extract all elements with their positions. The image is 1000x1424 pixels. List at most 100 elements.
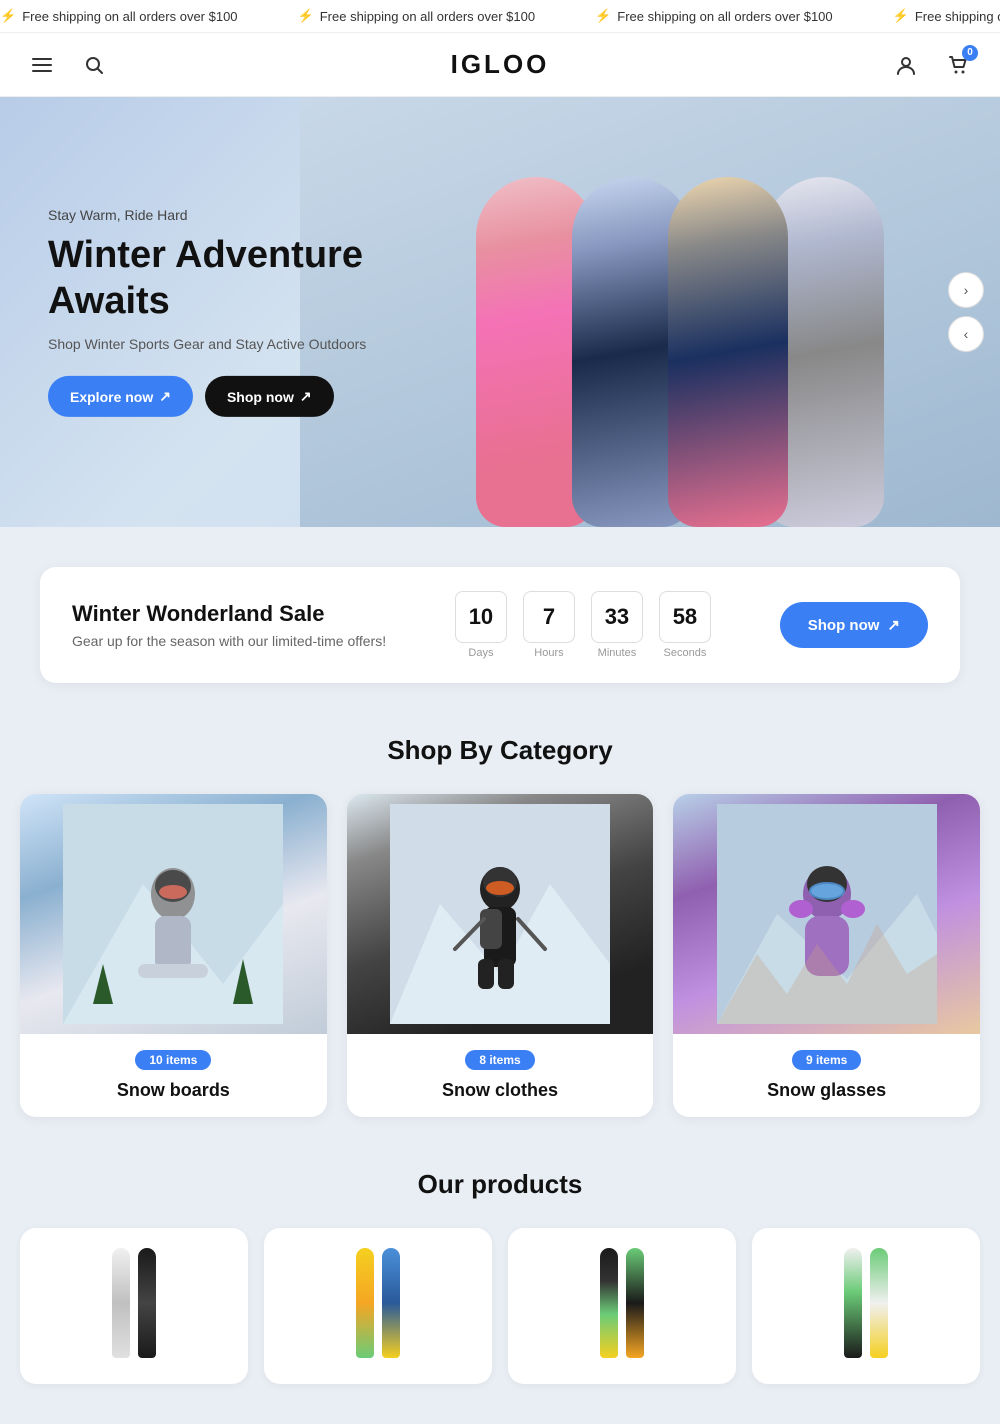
hero-next-button[interactable]: ›	[948, 272, 984, 308]
seconds-label: Seconds	[659, 647, 711, 659]
lightning-icon: ⚡	[893, 8, 909, 24]
glasses-image	[673, 794, 980, 1034]
product-card-2[interactable]	[264, 1228, 492, 1384]
lightning-icon: ⚡	[595, 8, 611, 24]
sale-shop-button[interactable]: Shop now ↗	[780, 602, 928, 648]
category-card-snowboards[interactable]: 10 items Snow boards	[20, 794, 327, 1117]
hours-label: Hours	[523, 647, 575, 659]
product-card-4[interactable]	[752, 1228, 980, 1384]
hero-prev-button[interactable]: ‹	[948, 316, 984, 352]
glasses-badge: 9 items	[792, 1050, 861, 1070]
product-card-1[interactable]	[20, 1228, 248, 1384]
hero-illustration	[390, 107, 970, 527]
products-grid	[20, 1228, 980, 1384]
minutes-label: Minutes	[591, 647, 643, 659]
skier-svg	[390, 804, 610, 1024]
announcement-item: ⚡ Free shipping on all orders over $100	[595, 8, 833, 24]
person-figure-3	[668, 177, 788, 527]
hero-title: Winter Adventure Awaits	[48, 233, 408, 324]
glasses-name: Snow glasses	[689, 1080, 964, 1101]
search-button[interactable]	[76, 47, 112, 83]
clothes-badge: 8 items	[465, 1050, 534, 1070]
ski-right-2	[382, 1248, 400, 1358]
hero-buttons: Explore now ↗ Shop now ↗	[48, 376, 408, 417]
category-card-glasses[interactable]: 9 items Snow glasses	[673, 794, 980, 1117]
sale-banner: Winter Wonderland Sale Gear up for the s…	[40, 567, 960, 683]
announcement-scroll: ⚡ Free shipping on all orders over $100 …	[0, 8, 1000, 24]
categories-title: Shop By Category	[20, 735, 980, 766]
clothes-name: Snow clothes	[363, 1080, 638, 1101]
hero-subtitle: Stay Warm, Ride Hard	[48, 207, 408, 223]
days-number: 10	[455, 591, 507, 643]
countdown-days: 10 Days	[455, 591, 507, 659]
hero-navigation: › ‹	[948, 272, 984, 352]
shop-now-button[interactable]: Shop now ↗	[205, 376, 334, 417]
header-left	[24, 47, 112, 83]
hours-number: 7	[523, 591, 575, 643]
account-icon	[895, 54, 917, 76]
products-section: Our products	[0, 1149, 1000, 1424]
search-icon	[84, 55, 104, 75]
header-right: 0	[888, 47, 976, 83]
lightning-icon: ⚡	[0, 8, 16, 24]
explore-button[interactable]: Explore now ↗	[48, 376, 193, 417]
categories-section: Shop By Category	[0, 703, 1000, 1149]
product-card-3[interactable]	[508, 1228, 736, 1384]
category-grid: 10 items Snow boards	[20, 794, 980, 1117]
hamburger-icon	[32, 55, 52, 75]
product-image-4	[752, 1228, 980, 1368]
arrow-icon: ↗	[887, 616, 900, 634]
arrow-icon: ↗	[300, 388, 312, 405]
announcement-item: ⚡ Free shipping on all orders over $100	[0, 8, 238, 24]
sale-text: Winter Wonderland Sale Gear up for the s…	[72, 601, 386, 649]
countdown-seconds: 58 Seconds	[659, 591, 711, 659]
ski-right-1	[138, 1248, 156, 1358]
hero-description: Shop Winter Sports Gear and Stay Active …	[48, 336, 408, 352]
ski-left-3	[600, 1248, 618, 1358]
ski-left-4	[844, 1248, 862, 1358]
arrow-icon: ↗	[159, 388, 171, 405]
ski-left-1	[112, 1248, 130, 1358]
clothes-illustration	[347, 794, 654, 1034]
header: IGLOO 0	[0, 33, 1000, 97]
account-button[interactable]	[888, 47, 924, 83]
snowboards-illustration	[20, 794, 327, 1034]
menu-button[interactable]	[24, 47, 60, 83]
seconds-number: 58	[659, 591, 711, 643]
days-label: Days	[455, 647, 507, 659]
ski-illustration-2	[356, 1238, 400, 1358]
category-card-clothes[interactable]: 8 items Snow clothes	[347, 794, 654, 1117]
product-image-1	[20, 1228, 248, 1368]
hero-content: Stay Warm, Ride Hard Winter Adventure Aw…	[48, 207, 408, 417]
clothes-image	[347, 794, 654, 1034]
countdown-hours: 7 Hours	[523, 591, 575, 659]
products-title: Our products	[20, 1169, 980, 1200]
product-image-3	[508, 1228, 736, 1368]
ski-illustration-3	[600, 1238, 644, 1358]
sale-subtitle: Gear up for the season with our limited-…	[72, 633, 386, 649]
snowboards-footer: 10 items Snow boards	[20, 1034, 327, 1117]
announcement-item: ⚡ Free shipping on all orders over $100	[893, 8, 1000, 24]
ski-illustration-4	[844, 1238, 888, 1358]
cart-button[interactable]: 0	[940, 47, 976, 83]
countdown-minutes: 33 Minutes	[591, 591, 643, 659]
product-image-2	[264, 1228, 492, 1368]
ski-left-2	[356, 1248, 374, 1358]
minutes-number: 33	[591, 591, 643, 643]
snowboards-badge: 10 items	[135, 1050, 211, 1070]
goggles-svg	[717, 804, 937, 1024]
announcement-bar: ⚡ Free shipping on all orders over $100 …	[0, 0, 1000, 33]
cart-badge: 0	[962, 45, 978, 61]
clothes-footer: 8 items Snow clothes	[347, 1034, 654, 1117]
countdown-timer: 10 Days 7 Hours 33 Minutes 58 Seconds	[455, 591, 711, 659]
snowboarder-svg	[63, 804, 283, 1024]
ski-illustration-1	[112, 1238, 156, 1358]
glasses-illustration	[673, 794, 980, 1034]
ski-right-3	[626, 1248, 644, 1358]
hero-section: Stay Warm, Ride Hard Winter Adventure Aw…	[0, 97, 1000, 527]
glasses-footer: 9 items Snow glasses	[673, 1034, 980, 1117]
site-logo[interactable]: IGLOO	[451, 49, 550, 80]
snowboards-name: Snow boards	[36, 1080, 311, 1101]
sale-title: Winter Wonderland Sale	[72, 601, 386, 627]
snowboards-image	[20, 794, 327, 1034]
